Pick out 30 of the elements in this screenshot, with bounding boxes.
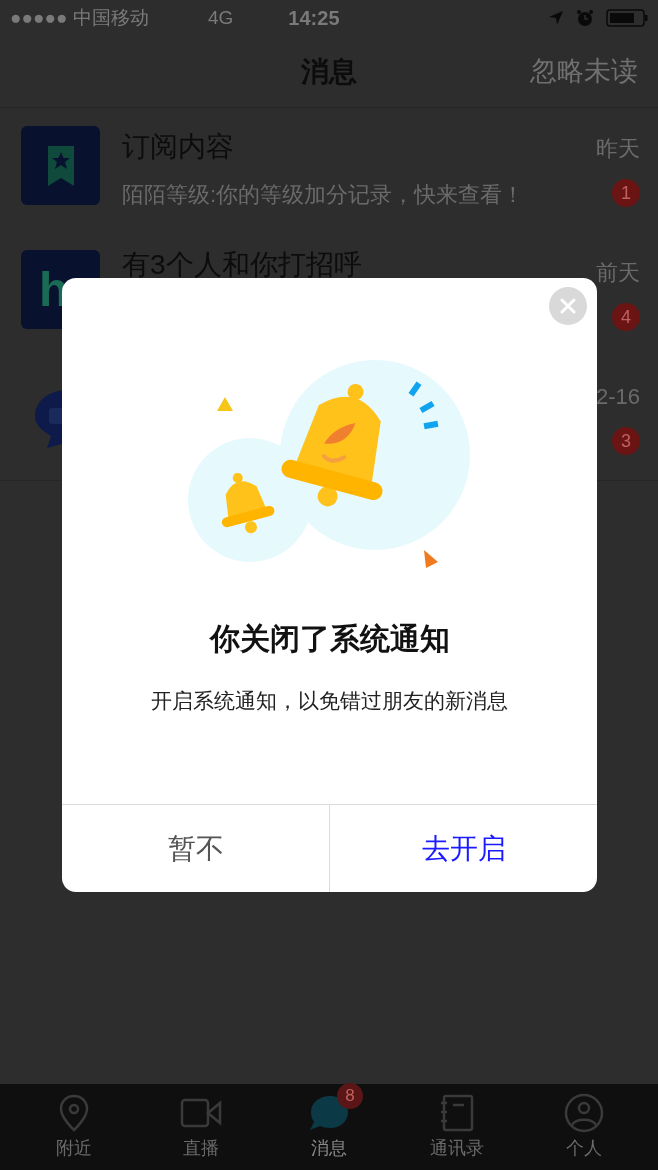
battery-icon	[606, 8, 648, 28]
tab-bar-item[interactable]: 通讯录	[425, 1092, 488, 1162]
notification-badge: 8	[337, 1082, 363, 1109]
timestamp: 前天	[596, 259, 640, 287]
alarm-icon	[576, 9, 594, 27]
dialog-message: 开启系统通知，以免错过朋友的新消息	[150, 688, 509, 714]
carrier-text: ●●●●● 中国移动	[10, 5, 150, 30]
close-icon	[560, 298, 576, 314]
not-now-button[interactable]: 暂不	[62, 805, 329, 892]
location-icon	[548, 10, 564, 26]
unread-count-badge: 3	[612, 427, 640, 455]
unread-count-badge: 1	[612, 179, 640, 207]
clock-text: 14:25	[288, 6, 340, 31]
tab-bar-item[interactable]: 直播	[176, 1092, 227, 1162]
ignore-unread-link[interactable]: 忽略未读	[530, 51, 638, 92]
tab-bar-item[interactable]: 个人	[560, 1092, 609, 1162]
avatar-icon	[21, 126, 100, 205]
timestamp: 2-16	[595, 383, 640, 411]
dialog-title: 你关闭了系统通知	[208, 621, 451, 657]
timestamp: 昨天	[596, 135, 640, 163]
unread-count-badge: 4	[612, 303, 640, 331]
location-pin-icon	[58, 1093, 89, 1132]
notebook-icon	[438, 1093, 475, 1132]
conversation-preview: 陌陌等级:你的等级加分记录，快来查看！	[122, 181, 526, 209]
close-button[interactable]	[549, 287, 587, 325]
network-text: 4G	[208, 5, 234, 30]
video-camera-icon	[180, 1096, 223, 1129]
tab-bar-item[interactable]: 附近	[51, 1092, 96, 1162]
enable-button[interactable]: 去开启	[329, 805, 597, 892]
profile-icon	[564, 1092, 605, 1133]
